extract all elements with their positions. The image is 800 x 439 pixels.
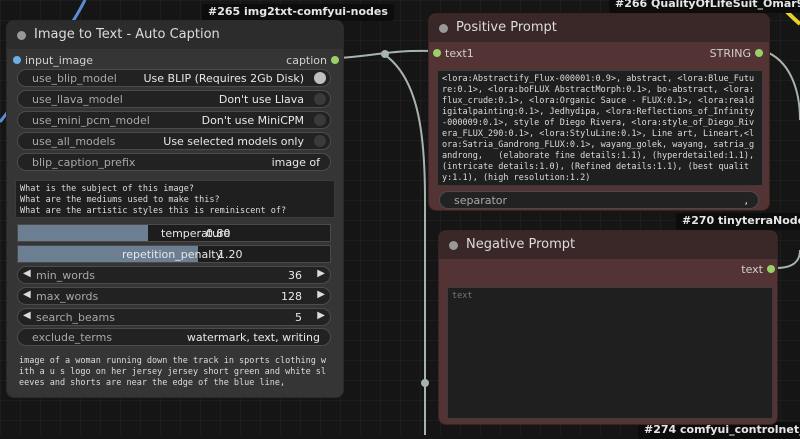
- max-words-stepper[interactable]: ◀ max_words 128 ▶: [17, 287, 331, 305]
- caption-output-slot[interactable]: caption: [286, 54, 339, 67]
- stepper-label: min_words: [36, 269, 96, 282]
- string-output-label: STRING: [709, 47, 751, 60]
- node-title: Negative Prompt: [466, 237, 576, 252]
- decrement-arrow-icon[interactable]: ◀: [23, 289, 31, 300]
- stepper-value: 128: [281, 290, 302, 303]
- positive-prompt-node[interactable]: Positive Prompt text1 STRING <lora:Abstr…: [428, 13, 770, 211]
- toggle-value: Don't use Llava: [218, 93, 304, 106]
- wire-negative-out[interactable]: [775, 249, 800, 269]
- caption-output-dot-icon[interactable]: [331, 56, 339, 64]
- toggle-value: Use selected models only: [163, 135, 304, 148]
- input-image-label: input_image: [25, 54, 94, 67]
- temperature-value: 0.80: [206, 227, 231, 240]
- text-output-dot-icon[interactable]: [767, 265, 775, 273]
- toggle-label: use_all_models: [32, 135, 116, 148]
- wire-reroute-dot[interactable]: [381, 50, 389, 58]
- toggle-knob-icon[interactable]: [314, 135, 326, 147]
- toggle-knob-icon[interactable]: [314, 72, 326, 84]
- use-mini-pcm-model-toggle[interactable]: use_mini_pcm_model Don't use MiniCPM: [17, 111, 331, 129]
- text1-dot-icon[interactable]: [433, 49, 441, 57]
- node-title: Positive Prompt: [456, 20, 557, 35]
- stepper-value: 36: [288, 269, 302, 282]
- blip-caption-prefix-field[interactable]: blip_caption_prefix image of: [17, 153, 331, 171]
- wire-caption-down[interactable]: [384, 54, 426, 435]
- questions-textarea[interactable]: What is the subject of this image? What …: [15, 180, 335, 218]
- text-output-slot[interactable]: text: [741, 263, 775, 276]
- separator-field[interactable]: separator ,: [439, 191, 759, 209]
- min-words-stepper[interactable]: ◀ min_words 36 ▶: [17, 266, 331, 284]
- string-output-slot[interactable]: STRING: [709, 47, 763, 60]
- node-badge-270: #270 tinyterraNodes: [676, 213, 800, 230]
- caption-output-text[interactable]: image of a woman running down the track …: [15, 353, 335, 393]
- collapse-dot-icon[interactable]: [17, 31, 26, 40]
- string-output-dot-icon[interactable]: [755, 49, 763, 57]
- collapse-dot-icon[interactable]: [439, 24, 448, 33]
- node-badge-266: #266 QualityOfLifeSuit_Omar92: [609, 0, 800, 13]
- exclude-terms-value: watermark, text, writing: [186, 331, 320, 344]
- toggle-value: Use BLIP (Requires 2Gb Disk): [143, 72, 304, 85]
- stepper-label: max_words: [36, 290, 99, 303]
- exclude-terms-label: exclude_terms: [32, 331, 113, 344]
- temperature-slider[interactable]: temperature 0.80: [17, 224, 331, 242]
- text-output-label: text: [741, 263, 763, 276]
- increment-arrow-icon[interactable]: ▶: [317, 310, 325, 321]
- positive-prompt-textarea[interactable]: <lora:Abstractify_Flux-000001:0.9>, abst…: [437, 70, 763, 186]
- toggle-label: use_llava_model: [32, 93, 123, 106]
- stepper-value: 5: [295, 311, 302, 324]
- wire-reroute-dot-lower[interactable]: [421, 379, 429, 387]
- toggle-label: use_blip_model: [32, 72, 117, 85]
- image-to-text-title-bar[interactable]: Image to Text - Auto Caption: [7, 21, 343, 49]
- repetition-penalty-label: repetition_penalty: [122, 248, 223, 261]
- exclude-terms-field[interactable]: exclude_terms watermark, text, writing: [17, 328, 331, 346]
- caption-output-label: caption: [286, 54, 327, 67]
- use-all-models-toggle[interactable]: use_all_models Use selected models only: [17, 132, 331, 150]
- separator-value: ,: [744, 194, 749, 207]
- positive-prompt-title-bar[interactable]: Positive Prompt: [429, 14, 769, 42]
- increment-arrow-icon[interactable]: ▶: [317, 289, 325, 300]
- repetition-penalty-slider[interactable]: repetition_penalty 1.20: [17, 245, 331, 263]
- stepper-label: search_beams: [36, 311, 115, 324]
- use-llava-model-toggle[interactable]: use_llava_model Don't use Llava: [17, 90, 331, 108]
- decrement-arrow-icon[interactable]: ◀: [23, 310, 31, 321]
- toggle-knob-icon[interactable]: [314, 93, 326, 105]
- repetition-penalty-value: 1.20: [218, 248, 243, 261]
- negative-prompt-title-bar[interactable]: Negative Prompt: [439, 231, 777, 259]
- toggle-knob-icon[interactable]: [314, 114, 326, 126]
- negative-prompt-node[interactable]: Negative Prompt text: [438, 230, 778, 425]
- node-badge-265: #265 img2txt-comfyui-nodes: [202, 4, 394, 21]
- search-beams-stepper[interactable]: ◀ search_beams 5 ▶: [17, 308, 331, 326]
- text1-label: text1: [445, 47, 474, 60]
- toggle-label: use_mini_pcm_model: [32, 114, 150, 127]
- use-blip-model-toggle[interactable]: use_blip_model Use BLIP (Requires 2Gb Di…: [17, 69, 331, 87]
- node-title: Image to Text - Auto Caption: [34, 27, 220, 42]
- prefix-label: blip_caption_prefix: [32, 156, 136, 169]
- text1-input-slot[interactable]: text1: [433, 47, 474, 60]
- negative-prompt-textarea[interactable]: [447, 287, 773, 419]
- temperature-fill: [18, 225, 148, 241]
- input-image-slot[interactable]: input_image: [13, 54, 94, 67]
- image-to-text-node[interactable]: Image to Text - Auto Caption input_image…: [6, 20, 344, 398]
- toggle-value: Don't use MiniCPM: [201, 114, 304, 127]
- collapse-dot-icon[interactable]: [449, 241, 458, 250]
- decrement-arrow-icon[interactable]: ◀: [23, 268, 31, 279]
- increment-arrow-icon[interactable]: ▶: [317, 268, 325, 279]
- input-image-dot-icon[interactable]: [13, 56, 21, 64]
- separator-label: separator: [454, 194, 508, 207]
- prefix-value: image of: [271, 156, 320, 169]
